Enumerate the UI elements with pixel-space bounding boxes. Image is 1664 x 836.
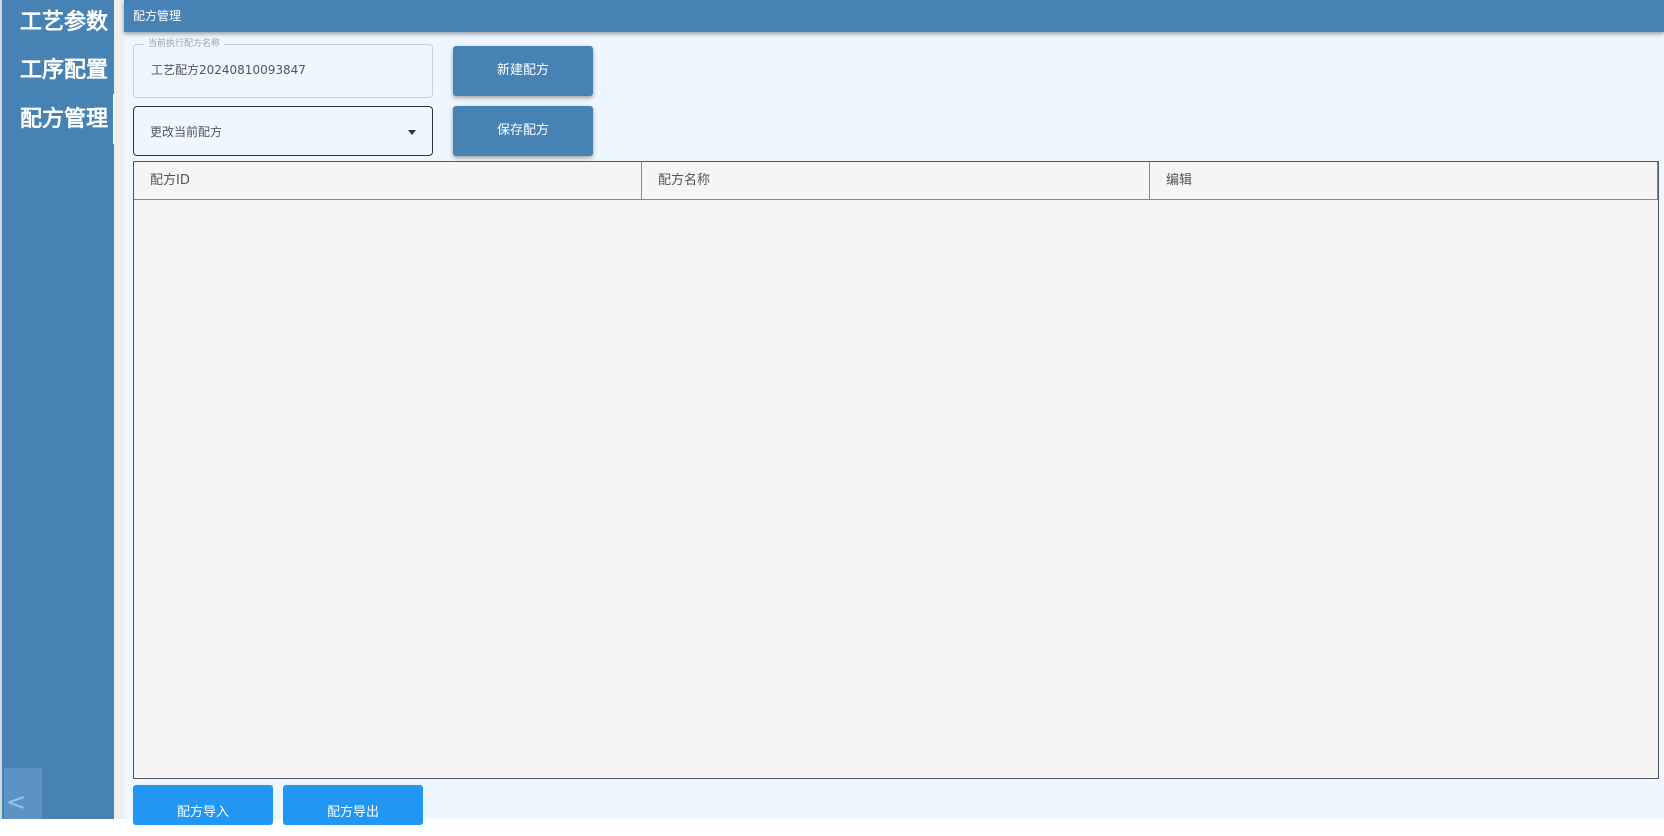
- recipe-table: 配方ID 配方名称 编辑: [133, 161, 1659, 779]
- sidebar-item-process-config[interactable]: 工序配置: [20, 57, 108, 85]
- sidebar-item-process-params[interactable]: 工艺参数: [20, 9, 108, 37]
- page-title: 配方管理: [133, 9, 182, 23]
- current-recipe-legend: 当前执行配方名称: [144, 38, 225, 50]
- change-recipe-placeholder: 更改当前配方: [150, 125, 223, 139]
- main-content: 配方管理 当前执行配方名称 工艺配方20240810093847 新建配方 更改…: [124, 0, 1664, 825]
- table-header: 配方ID 配方名称 编辑: [134, 162, 1658, 200]
- column-header-recipe-id[interactable]: 配方ID: [134, 162, 642, 199]
- save-recipe-button[interactable]: 保存配方: [453, 106, 593, 156]
- sidebar: 工艺参数 工序配置 配方管理 <: [0, 0, 116, 819]
- collapse-sidebar-button[interactable]: <: [4, 768, 42, 819]
- column-header-recipe-name[interactable]: 配方名称: [642, 162, 1150, 199]
- change-recipe-select[interactable]: 更改当前配方: [133, 106, 433, 156]
- page-header: 配方管理: [124, 0, 1664, 32]
- import-recipe-button[interactable]: 配方导入: [133, 785, 273, 825]
- column-header-edit[interactable]: 编辑: [1150, 162, 1658, 199]
- caret-down-icon: [408, 130, 416, 135]
- sidebar-item-recipe-management[interactable]: 配方管理: [20, 106, 108, 134]
- export-recipe-button[interactable]: 配方导出: [283, 785, 423, 825]
- sidebar-divider: [114, 0, 124, 819]
- current-recipe-field[interactable]: 当前执行配方名称 工艺配方20240810093847: [133, 38, 433, 98]
- new-recipe-button[interactable]: 新建配方: [453, 46, 593, 96]
- current-recipe-value: 工艺配方20240810093847: [151, 63, 306, 77]
